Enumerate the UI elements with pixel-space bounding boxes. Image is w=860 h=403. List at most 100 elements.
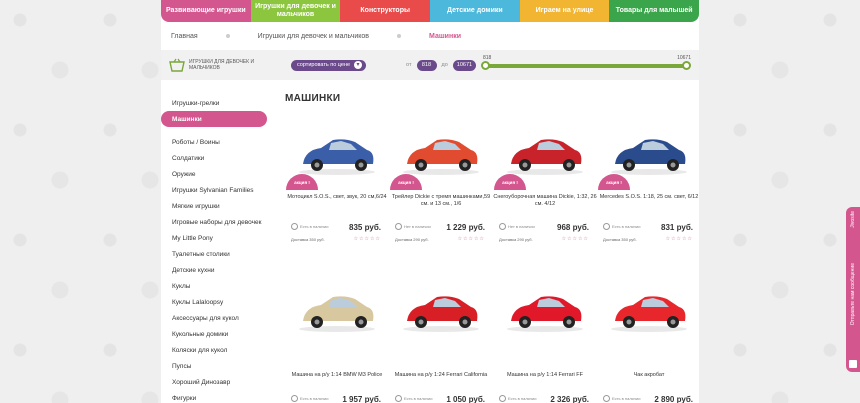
rating-stars[interactable]: ☆☆☆☆☆ (666, 236, 693, 242)
sidebar-item[interactable]: Хороший Динозавр (161, 374, 267, 390)
delivery-cost: Доставка 350 руб. (603, 237, 637, 242)
price-to-input[interactable]: 10671 (452, 59, 477, 71)
sidebar-item[interactable]: Оружие (161, 166, 267, 182)
availability-icon (291, 395, 298, 402)
price-to-label: до (441, 62, 448, 68)
sort-by-price-button[interactable]: сортировать по цене ▾ (291, 59, 367, 71)
availability: Нет в наличии (499, 223, 535, 230)
delivery-cost: Доставка 350 руб. (291, 237, 325, 242)
filter-category-label: Игрушки для девочек и мальчиков (189, 59, 255, 71)
sidebar-item[interactable]: Роботы / Воины (161, 134, 267, 150)
availability-icon (395, 223, 402, 230)
sidebar-item[interactable]: My Little Pony (161, 230, 267, 246)
product-image[interactable] (493, 277, 597, 337)
availability-text: Нет в наличии (404, 224, 431, 229)
nav-item[interactable]: Играем на улице (519, 0, 610, 22)
delivery-cost: Доставка 290 руб. (499, 237, 533, 242)
product-price: 1 229 руб. (446, 223, 485, 232)
product-image[interactable] (285, 277, 389, 337)
sidebar-item[interactable]: Игровые наборы для девочек (161, 214, 267, 230)
product-name[interactable]: Машина на р/у 1:14 Ferrari FF (493, 372, 597, 379)
product-price: 1 050 руб. (446, 395, 485, 403)
nav-item[interactable]: Товары для малышей (609, 0, 700, 22)
availability-icon (499, 395, 506, 402)
sidebar-item[interactable]: Детские кухни (161, 262, 267, 278)
nav-item[interactable]: Детские домики (430, 0, 520, 22)
page-container: Развивающие игрушки Игрушки для девочек и… (161, 0, 700, 403)
product-image[interactable] (389, 277, 493, 337)
availability-icon (291, 223, 298, 230)
sidebar-item[interactable]: Туалетные столики (161, 246, 267, 262)
product-price: 968 руб. (557, 223, 589, 232)
sidebar-item[interactable]: Куклы Lalaloopsy (161, 294, 267, 310)
availability-text: Есть в наличии (404, 396, 433, 401)
product-price: 831 руб. (661, 223, 693, 232)
sidebar-item[interactable]: Куклы (161, 278, 267, 294)
nav-item[interactable]: Развивающие игрушки (161, 0, 251, 22)
breadcrumb-current: Машинки (429, 32, 462, 40)
availability-text: Есть в наличии (300, 224, 329, 229)
product-name[interactable]: Трейлер Dickie с тремя машинками,59 см. … (389, 194, 493, 208)
sidebar-item[interactable]: Игрушки-грелки (161, 95, 267, 111)
product-image[interactable] (389, 120, 493, 180)
basket-icon (169, 58, 185, 72)
product-image[interactable] (285, 120, 389, 180)
sidebar-categories: Игрушки-грелки Машинки Роботы / Воины Солда… (161, 95, 267, 403)
breadcrumb-category[interactable]: Игрушки для девочек и мальчиков (258, 33, 369, 40)
product-name[interactable]: Машина на р/у 1:24 Ferrari California (389, 372, 493, 379)
product-name[interactable]: Снегоуборочная машина Dickie, 1:32, 26 с… (493, 194, 597, 208)
sidebar-item[interactable]: Игрушки Sylvanian Families (161, 182, 267, 198)
filter-bar: Игрушки для девочек и мальчиков сортиров… (161, 50, 699, 80)
sidebar-item[interactable]: Мягкие игрушки (161, 198, 267, 214)
delivery-cost: Доставка 290 руб. (395, 237, 429, 242)
price-slider[interactable]: 818 10671 (481, 55, 691, 70)
product-image[interactable] (493, 120, 597, 180)
slider-min-handle[interactable] (481, 61, 490, 70)
product-name[interactable]: Машина на р/у 1:14 BMW M3 Police (285, 372, 389, 379)
slider-max-handle[interactable] (682, 61, 691, 70)
rating-stars[interactable]: ☆☆☆☆☆ (458, 236, 485, 242)
availability: Есть в наличии (603, 395, 640, 402)
breadcrumb-home[interactable]: Главная (171, 33, 198, 40)
availability-icon (603, 395, 610, 402)
breadcrumb-separator (397, 34, 402, 38)
feedback-tab[interactable]: Jivosite Отправьте нам сообщение (846, 207, 860, 372)
availability-text: Есть в наличии (508, 396, 537, 401)
availability: Есть в наличии (395, 395, 432, 402)
availability-text: Нет в наличии (508, 224, 535, 229)
sidebar-item[interactable]: Коляски для кукол (161, 342, 267, 358)
sidebar-item[interactable]: Аксессуары для кукол (161, 310, 267, 326)
product-price: 835 руб. (349, 223, 381, 232)
sidebar-item[interactable]: Фигурки (161, 390, 267, 403)
product-name[interactable]: Mercedes S.O.S. 1:18, 25 см. свет, 6/12 (597, 194, 701, 201)
breadcrumb: Главная Игрушки для девочек и мальчиков … (161, 22, 699, 50)
sidebar-item[interactable]: Пупсы (161, 358, 267, 374)
price-from-input[interactable]: 818 (416, 59, 437, 71)
availability-text: Есть в наличии (612, 224, 641, 229)
main-content: МАШИНКИ акция ! Мотоцикл S.O.S., свет, зв… (285, 93, 699, 403)
sidebar-item[interactable]: Кукольные домики (161, 326, 267, 342)
availability: Нет в наличии (395, 223, 431, 230)
slider-max-value: 10671 (677, 55, 691, 61)
availability-icon (499, 223, 506, 230)
nav-item[interactable]: Конструкторы (340, 0, 431, 22)
availability: Есть в наличии (603, 223, 640, 230)
rating-stars[interactable]: ☆☆☆☆☆ (562, 236, 589, 242)
rating-stars[interactable]: ☆☆☆☆☆ (354, 236, 381, 242)
page-title: МАШИНКИ (285, 93, 341, 104)
product-price: 2 890 руб. (654, 395, 693, 403)
product-image[interactable] (597, 120, 701, 180)
nav-item[interactable]: Игрушки для девочек и мальчиков (250, 0, 341, 22)
availability: Есть в наличии (291, 395, 328, 402)
sidebar-item[interactable]: Солдатики (161, 150, 267, 166)
product-image[interactable] (597, 277, 701, 337)
product-name[interactable]: Чак акробат (597, 372, 701, 379)
availability: Есть в наличии (291, 223, 328, 230)
sidebar-item[interactable]: Машинки (161, 111, 267, 127)
product-name[interactable]: Мотоцикл S.O.S., свет, звук, 20 см,6/24 (285, 194, 389, 201)
feedback-brand: Jivosite (850, 211, 856, 228)
category-nav: Развивающие игрушки Игрушки для девочек и… (161, 0, 700, 22)
price-slider-fill (485, 64, 687, 68)
product-price: 1 957 руб. (342, 395, 381, 403)
availability-icon (603, 223, 610, 230)
